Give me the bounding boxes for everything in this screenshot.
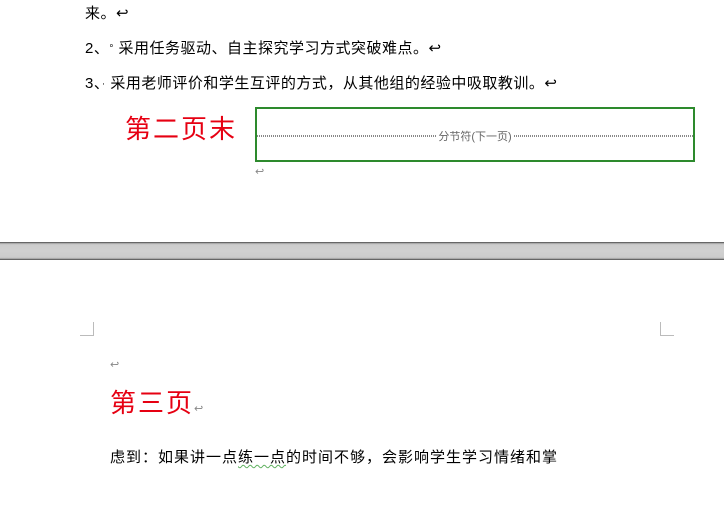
body-paragraph: 虑到：如果讲一点练一点的时间不够，会影响学生学习情绪和掌 [110, 440, 704, 476]
list-number: 3、 [85, 75, 102, 92]
page-separator [0, 242, 724, 260]
page-bottom-area: ↩ 第三页↩ 虑到：如果讲一点练一点的时间不够，会影响学生学习情绪和掌 [0, 260, 724, 476]
dotted-line-right [514, 135, 693, 137]
paragraph-mark: ↩ [110, 358, 704, 371]
body-text-part: 虑到：如果讲一点 [110, 449, 238, 466]
margin-corner-tr [660, 322, 674, 336]
page-start-label: 第三页↩ [110, 383, 704, 420]
section-break-indicator: 分节符(下一页) [257, 128, 693, 144]
formatting-dot: ° [109, 44, 114, 55]
formatting-dot: · [102, 79, 106, 90]
list-number: 2、 [85, 40, 109, 57]
dotted-line-left [257, 135, 436, 137]
annotation-row: 第二页末 分节符(下一页) ↩ [20, 107, 704, 167]
section-break-text: 分节符(下一页) [436, 128, 513, 144]
list-text: 采用任务驱动、自主探究学习方式突破难点。↩ [119, 40, 442, 57]
list-text: 采用老师评价和学生互评的方式，从其他组的经验中吸取教训。↩ [110, 75, 557, 92]
page-end-label: 第二页末 [125, 109, 237, 146]
page-top-area: 来。↩ 2、° 采用任务驱动、自主探究学习方式突破难点。↩ 3、· 采用老师评价… [0, 0, 724, 167]
paragraph-mark: ↩ [255, 165, 264, 178]
spellcheck-underline: 练一点 [238, 440, 286, 476]
list-item-2: 2、° 采用任务驱动、自主探究学习方式突破难点。↩ [20, 37, 704, 58]
text-fragment: 来。↩ [20, 0, 704, 23]
margin-corner-tl [80, 322, 94, 336]
highlight-box: 分节符(下一页) [255, 107, 695, 162]
page-margin-area [20, 260, 704, 340]
list-item-3: 3、· 采用老师评价和学生互评的方式，从其他组的经验中吸取教训。↩ [20, 72, 704, 93]
body-text-part: 的时间不够，会影响学生学习情绪和掌 [286, 449, 558, 466]
